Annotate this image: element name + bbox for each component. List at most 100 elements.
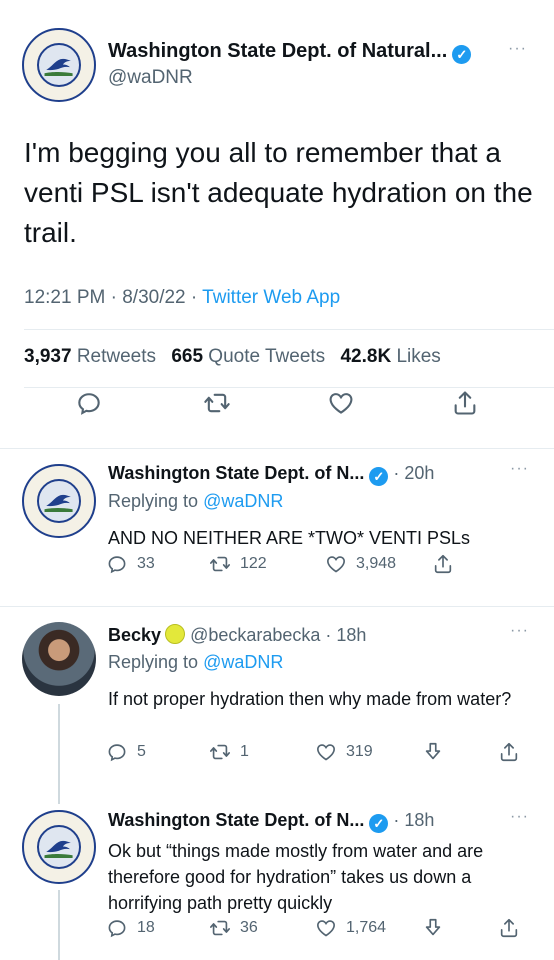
verified-badge-icon: ✓ [452,45,472,64]
divider [24,329,554,330]
seal-emblem-icon [36,42,82,88]
share-icon [432,553,454,575]
heart-icon [325,553,347,575]
author-handle: @beckarabecka [190,625,321,645]
reply-button[interactable]: 5 [106,741,146,763]
reply-count: 18 [137,919,155,936]
like-count: 3,948 [356,555,397,572]
replying-to-mention[interactable]: @waDNR [203,491,283,511]
retweet-button[interactable]: 122 [209,553,267,575]
retweet-count: 1 [240,743,249,760]
divider [0,448,554,449]
reply-count: 5 [137,743,146,760]
share-button[interactable] [498,917,520,939]
retweet-icon [209,741,231,763]
reply-author[interactable]: Washington State Dept. of N... ✓ · 20h [108,463,434,486]
reply-time: · 20h [393,463,435,483]
retweet-icon [203,389,231,417]
share-button[interactable] [451,389,479,417]
main-tweet-author[interactable]: Washington State Dept. of Natural... ✓ [108,40,472,64]
like-count: 1,764 [346,919,387,936]
author-name: Washington State Dept. of Natural... [108,40,448,62]
meta-separator: · [110,287,123,308]
main-tweet-avatar[interactable] [22,28,96,102]
retweets-stat[interactable]: 3,937 Retweets [24,346,156,367]
tweet-meta: 12:21 PM · 8/30/22 · Twitter Web App [24,287,340,309]
like-button[interactable]: 3,948 [325,553,396,575]
reply-author[interactable]: Washington State Dept. of N... ✓ · 18h [108,810,434,833]
softball-emoji-icon [165,624,186,644]
reply-author[interactable]: Becky @beckarabecka · 18h [108,624,366,646]
like-button[interactable] [327,389,355,417]
divider [24,387,554,388]
download-icon [422,741,444,763]
retweet-icon [209,553,231,575]
reply-text: Ok but “things made mostly from water an… [108,841,484,913]
heart-icon [327,389,355,417]
reply-button[interactable]: 33 [106,553,155,575]
replying-to-label: Replying to [108,652,199,672]
retweet-button[interactable] [203,389,231,417]
reply-icon [106,741,128,763]
reply-icon [75,389,103,417]
quote-tweets-stat[interactable]: 665 Quote Tweets [171,346,325,367]
more-icon[interactable]: ··· [508,40,527,58]
retweets-label: Retweets [76,346,157,367]
share-button[interactable] [432,553,454,575]
reply-avatar[interactable] [22,810,96,884]
author-name: Washington State Dept. of N... [108,810,365,830]
reply-time-value: 18h [404,810,435,830]
more-icon[interactable]: ··· [510,808,529,826]
like-button[interactable]: 1,764 [315,917,386,939]
tweet-source-app[interactable]: Twitter Web App [202,287,340,308]
download-button[interactable] [422,741,444,763]
author-name: Washington State Dept. of N... [108,463,365,483]
reply-time: · 18h [320,625,367,645]
download-button[interactable] [422,917,444,939]
retweet-icon [209,917,231,939]
tweet-time: 12:21 PM [24,287,106,308]
likes-label: Likes [396,346,441,367]
more-icon[interactable]: ··· [510,622,529,640]
likes-count: 42.8K [340,346,392,367]
reply-icon [106,917,128,939]
seal-emblem-icon [36,824,82,870]
likes-stat[interactable]: 42.8K Likes [340,346,440,367]
share-button[interactable] [498,741,520,763]
reply-avatar[interactable] [22,622,96,696]
author-handle[interactable]: @waDNR [108,67,193,89]
thread-line [58,704,60,804]
retweet-button[interactable]: 1 [209,741,249,763]
reply-text: AND NO NEITHER ARE *TWO* VENTI PSLs [108,528,471,548]
heart-icon [315,917,337,939]
tweet-date: 8/30/22 [122,287,186,308]
reply-time-value: 18h [336,625,367,645]
replying-to: Replying to @waDNR [108,491,283,512]
retweet-count: 36 [240,919,258,936]
like-button[interactable]: 319 [315,741,373,763]
seal-emblem-icon [36,478,82,524]
reply-button[interactable]: 18 [106,917,155,939]
meta-separator: · [190,287,203,308]
reply-button[interactable] [75,389,103,417]
reply-avatar[interactable] [22,464,96,538]
more-icon[interactable]: ··· [510,460,529,478]
like-count: 319 [346,743,373,760]
engagement-stats: 3,937 Retweets 665 Quote Tweets 42.8K Li… [24,346,441,368]
retweet-count: 122 [240,555,267,572]
thread-line [58,890,60,960]
download-icon [422,917,444,939]
main-tweet-text: I'm begging you all to remember that a v… [24,137,533,248]
retweets-count: 3,937 [24,346,72,367]
heart-icon [315,741,337,763]
verified-badge-icon: ✓ [369,814,389,833]
reply-icon [106,553,128,575]
retweet-button[interactable]: 36 [209,917,258,939]
verified-badge-icon: ✓ [369,467,389,486]
divider [0,606,554,607]
reply-time-value: 20h [404,463,435,483]
quote-tweets-label: Quote Tweets [208,346,326,367]
replying-to: Replying to @waDNR [108,652,283,673]
reply-count: 33 [137,555,155,572]
replying-to-mention[interactable]: @waDNR [203,652,283,672]
